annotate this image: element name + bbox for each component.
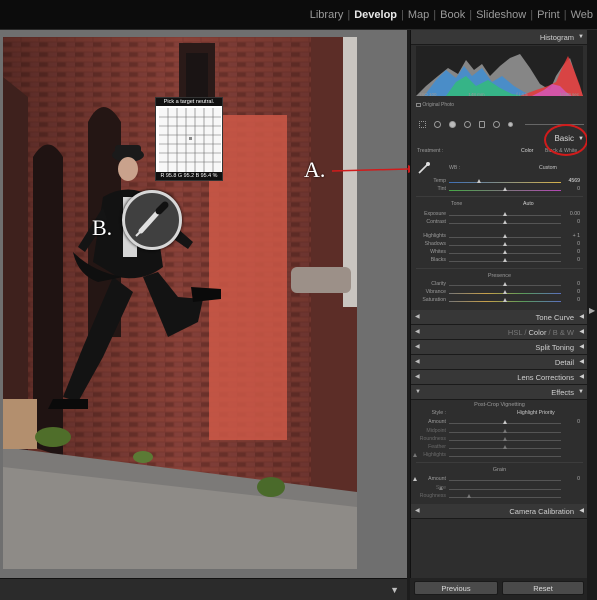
histogram-exif: ISO 100 148 mm f / 4.5 1/250 sec: [420, 92, 579, 97]
grain-label: Grain: [492, 467, 507, 473]
red-eye-icon[interactable]: [463, 120, 471, 128]
vignette-highlights-slider[interactable]: Highlights: [411, 452, 588, 460]
tone-row: Tone Auto: [451, 201, 534, 207]
module-develop[interactable]: Develop: [350, 9, 401, 21]
grain-roughness-slider[interactable]: Roughness: [411, 493, 588, 501]
reset-button[interactable]: Reset: [502, 581, 584, 595]
wb-select[interactable]: Custom: [539, 165, 557, 171]
annotation-arrow: [331, 165, 418, 173]
expand-triangle-icon: ◀: [415, 314, 420, 320]
annotation-circle: [544, 124, 588, 156]
histogram-graph[interactable]: [416, 46, 583, 96]
saturation-slider[interactable]: Saturation 0: [411, 297, 588, 305]
collapse-triangle-icon: ▼: [578, 34, 584, 40]
loupe-grid: [159, 108, 221, 172]
vignette-roundness-slider[interactable]: Roundness: [411, 436, 588, 444]
panel-footer: Previous Reset: [410, 578, 587, 600]
expand-triangle-icon: ◀: [415, 329, 420, 335]
expand-triangle-icon: ◀: [415, 508, 420, 514]
temp-slider[interactable]: Temp 4569: [411, 178, 588, 186]
wb-row: WB : Custom: [449, 165, 557, 171]
annotation-b: B.: [92, 215, 113, 240]
collapse-triangle-icon: ◀: [579, 359, 584, 365]
grain-amount-slider[interactable]: Amount 0: [411, 476, 588, 484]
spot-removal-icon[interactable]: [448, 120, 456, 128]
whites-slider[interactable]: Whites 0: [411, 249, 588, 257]
eyedropper-icon: [135, 201, 169, 237]
previous-button[interactable]: Previous: [414, 581, 498, 595]
graduated-filter-icon[interactable]: [478, 120, 486, 128]
panel-header-lens-corrections[interactable]: ◀ Lens Corrections ◀: [411, 370, 588, 385]
module-map[interactable]: Map: [404, 9, 433, 21]
expand-triangle-icon: ◀: [415, 359, 420, 365]
auto-tone-button[interactable]: Auto: [523, 201, 534, 207]
loupe-title: Pick a target neutral.: [156, 98, 222, 106]
vignette-amount-slider[interactable]: Amount 0: [411, 419, 588, 427]
tint-slider[interactable]: Tint 0: [411, 186, 588, 194]
collapse-triangle-icon: ◀: [579, 314, 584, 320]
panel-header-effects[interactable]: ▼ Effects ▼: [411, 385, 588, 400]
vignette-midpoint-slider[interactable]: Midpoint: [411, 428, 588, 436]
collapse-triangle-icon: ◀: [579, 344, 584, 350]
collapse-triangle-icon: ▼: [578, 389, 584, 395]
original-photo-label: Original Photo: [416, 102, 454, 108]
vignette-feather-slider[interactable]: Feather: [411, 444, 588, 452]
expand-triangle-icon: ◀: [415, 374, 420, 380]
toolbar-toggle-icon[interactable]: ▼: [390, 585, 399, 595]
treatment-color[interactable]: Color: [521, 148, 533, 154]
panel-header-split-toning[interactable]: ◀ Split Toning ◀: [411, 340, 588, 355]
exposure-slider[interactable]: Exposure 0.00: [411, 211, 588, 219]
eyedropper-cursor: [122, 190, 182, 250]
panel-toggle-icon[interactable]: ▶: [589, 306, 595, 315]
collapse-triangle-icon: ◀: [579, 374, 584, 380]
expand-triangle-icon: ▼: [415, 389, 421, 395]
develop-right-panel: Histogram ▼ ISO 100 148 mm f / 4.5 1/250…: [410, 30, 588, 600]
grid-icon[interactable]: [419, 120, 426, 128]
annotation-a: A.: [304, 157, 326, 182]
module-bar: Library | Develop | Map | Book | Slidesh…: [0, 0, 597, 30]
clarity-slider[interactable]: Clarity 0: [411, 281, 588, 289]
module-picker: Library | Develop | Map | Book | Slidesh…: [306, 9, 597, 21]
highlights-slider[interactable]: Highlights + 1: [411, 233, 588, 241]
contrast-slider[interactable]: Contrast 0: [411, 219, 588, 227]
module-web[interactable]: Web: [567, 9, 597, 21]
panel-header-camera-calibration[interactable]: ◀ Camera Calibration ◀: [411, 504, 588, 519]
presence-label: Presence: [487, 273, 512, 279]
module-book[interactable]: Book: [436, 9, 469, 21]
crop-overlay-icon[interactable]: [433, 120, 441, 128]
module-slideshow[interactable]: Slideshow: [472, 9, 530, 21]
panel-header-tone-curve[interactable]: ◀ Tone Curve ◀: [411, 310, 588, 325]
adjustment-brush-icon[interactable]: [508, 121, 514, 127]
shadows-slider[interactable]: Shadows 0: [411, 241, 588, 249]
radial-filter-icon[interactable]: [493, 120, 501, 128]
panel-header-hsl[interactable]: ◀ HSL / Color / B & W ◀: [411, 325, 588, 340]
vibrance-slider[interactable]: Vibrance 0: [411, 289, 588, 297]
panel-edge: ▶: [587, 30, 597, 600]
vignette-style-row: Style : Highlight Priority: [431, 410, 555, 416]
module-library[interactable]: Library: [306, 9, 348, 21]
panel-header-detail[interactable]: ◀ Detail ◀: [411, 355, 588, 370]
neutral-loupe: Pick a target neutral. R 95.8 G 95.2 B 9…: [155, 97, 223, 181]
grain-size-slider[interactable]: Size: [411, 485, 588, 493]
collapse-triangle-icon: ◀: [579, 508, 584, 514]
expand-triangle-icon: ◀: [415, 344, 420, 350]
vignette-style-select[interactable]: Highlight Priority: [517, 410, 555, 416]
blacks-slider[interactable]: Blacks 0: [411, 257, 588, 265]
loupe-rgb-readout: R 95.8 G 95.2 B 95.4 %: [156, 172, 222, 180]
module-print[interactable]: Print: [533, 9, 564, 21]
vignetting-label: Post-Crop Vignetting: [474, 402, 525, 408]
collapse-triangle-icon: ◀: [579, 329, 584, 335]
filmstrip-toggle-bar: ▼: [0, 578, 407, 600]
panel-header-histogram[interactable]: Histogram ▼: [411, 30, 588, 45]
